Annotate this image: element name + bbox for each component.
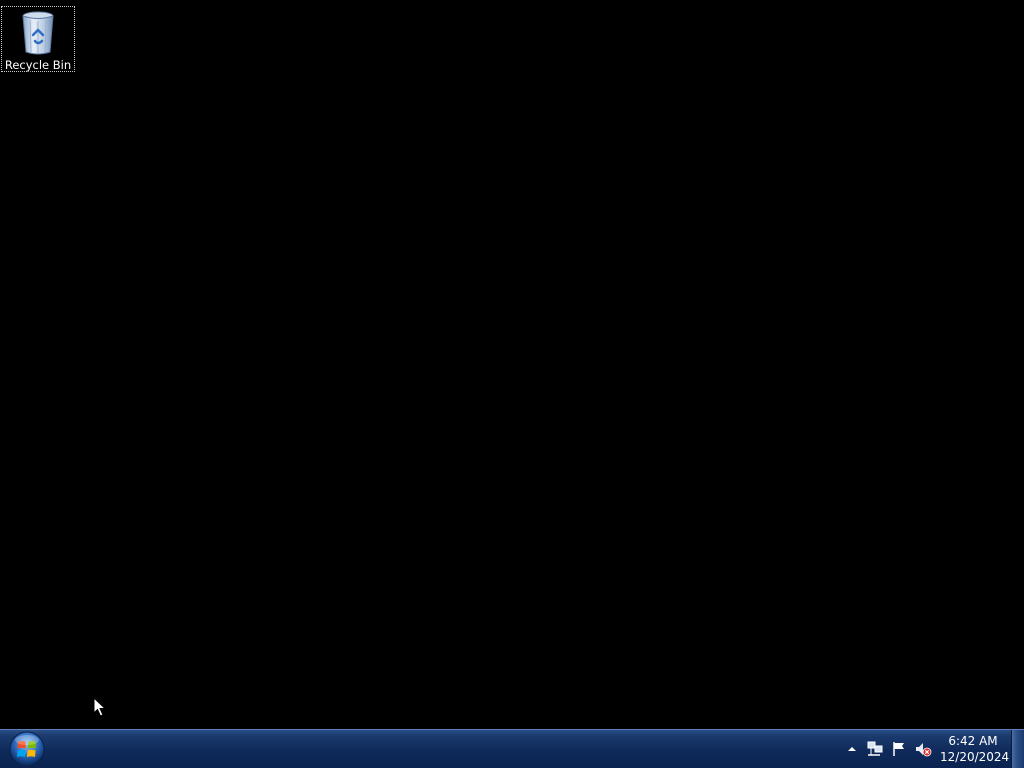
show-desktop-button[interactable] <box>1011 730 1024 768</box>
system-clock[interactable]: 6:42 AM 12/20/2024 <box>940 733 1010 765</box>
mouse-pointer-icon <box>93 697 107 717</box>
action-center-flag-icon[interactable] <box>890 740 908 758</box>
recycle-bin-icon <box>22 11 54 55</box>
clock-time: 6:42 AM <box>948 734 998 748</box>
windows-start-orb-icon[interactable] <box>7 730 47 768</box>
volume-muted-icon[interactable] <box>914 740 932 758</box>
show-hidden-icons-arrow[interactable] <box>843 740 861 758</box>
network-icon[interactable] <box>866 740 884 758</box>
taskbar: 6:42 AM 12/20/2024 <box>0 729 1024 768</box>
desktop-icon-label: Recycle Bin <box>4 58 72 72</box>
clock-date: 12/20/2024 <box>940 750 1010 764</box>
desktop[interactable]: Recycle Bin <box>0 0 1024 729</box>
desktop-icon-recycle-bin[interactable]: Recycle Bin <box>1 6 75 72</box>
